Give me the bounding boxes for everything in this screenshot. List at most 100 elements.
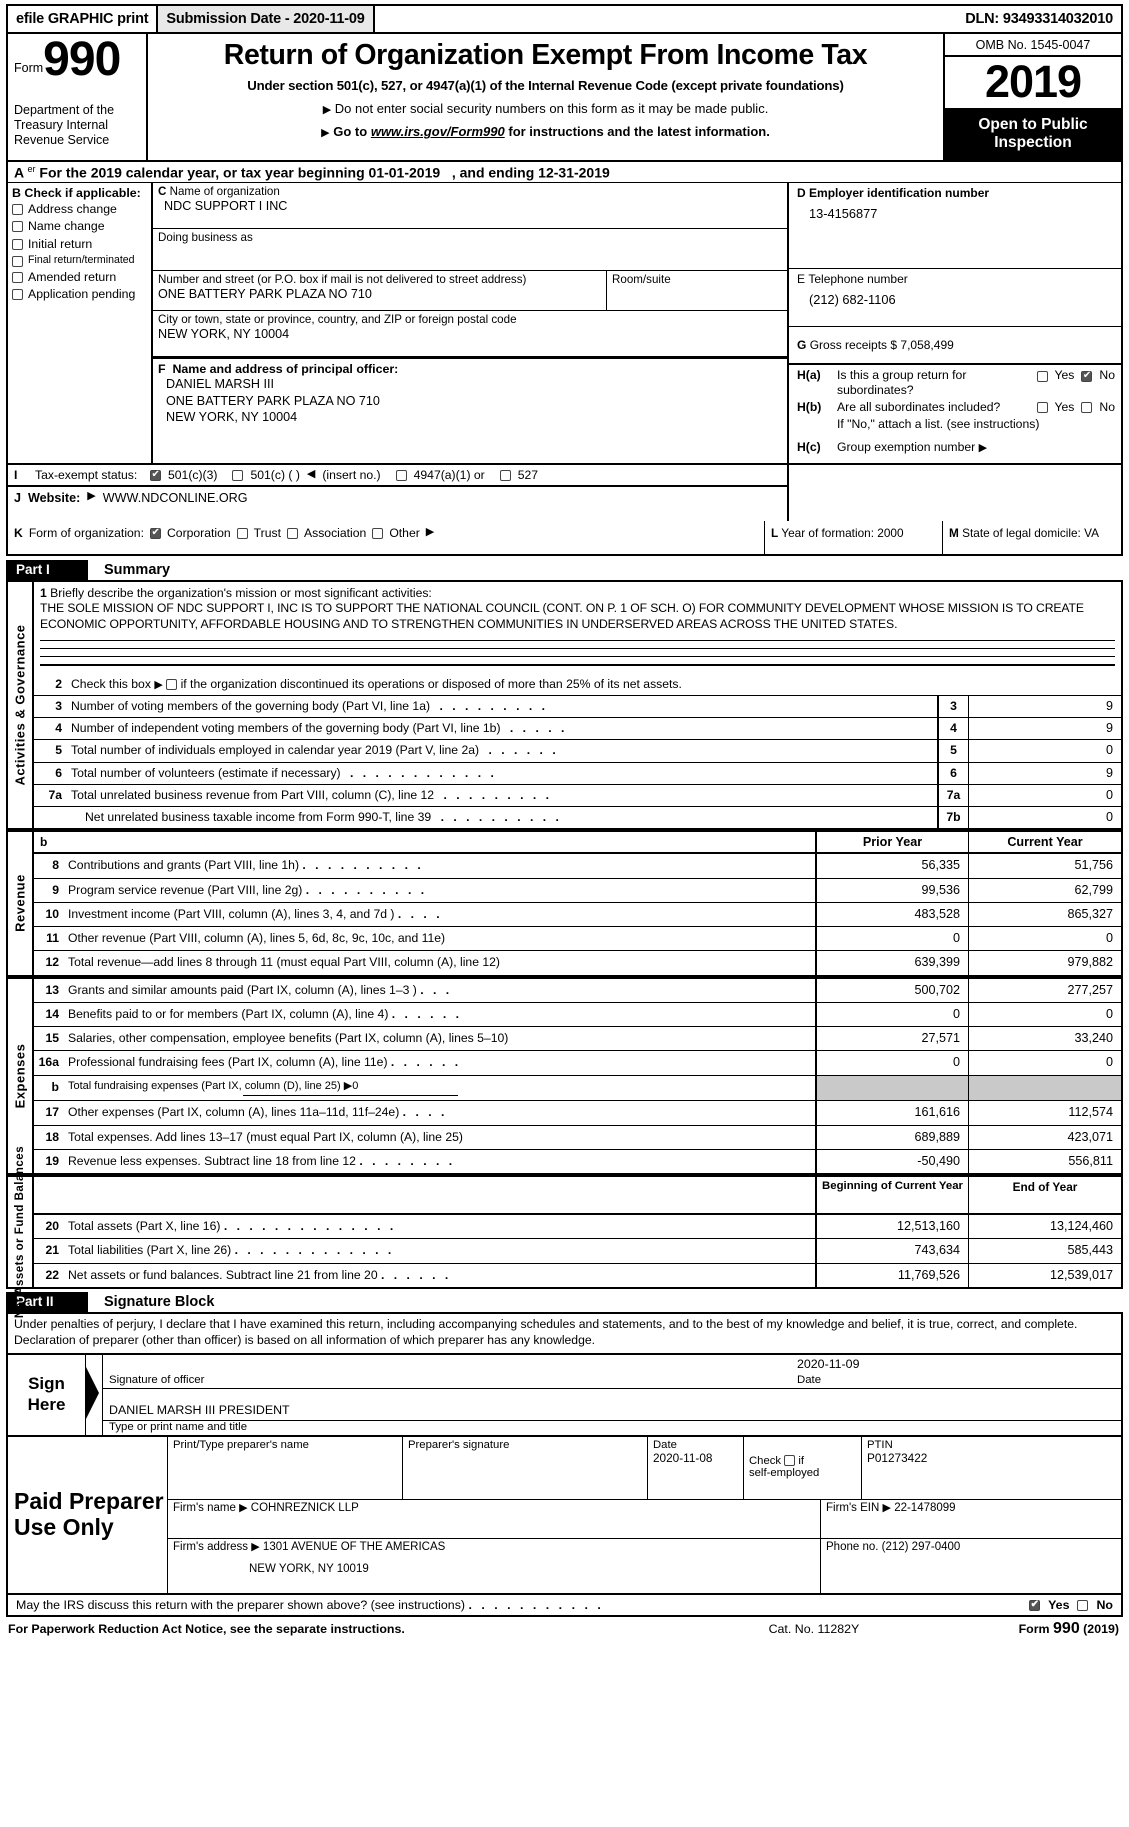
initial-return-checkbox[interactable] <box>12 238 23 250</box>
line-16a-text: Professional fundraising fees (Part IX, … <box>68 1055 388 1070</box>
hb-yesno[interactable]: Yes No <box>1036 400 1115 415</box>
line-7a-code: 7a <box>937 784 969 807</box>
org-trust-checkbox[interactable] <box>236 528 248 540</box>
website-label: Website: <box>28 490 81 505</box>
line-4-text: Number of independent voting members of … <box>71 721 501 736</box>
irs-form990-link[interactable]: www.irs.gov/Form990 <box>371 124 505 139</box>
checkbox-row-application-pending[interactable]: Application pending <box>12 287 147 301</box>
website-value[interactable]: WWW.NDCONLINE.ORG <box>103 491 248 505</box>
org-other-checkbox[interactable] <box>372 528 384 540</box>
section-h-group-return: H(a) Is this a group return for subordin… <box>789 365 1121 462</box>
line-12-desc: Total revenue—add lines 8 through 11 (mu… <box>64 951 817 975</box>
mission-block: 1 Briefly describe the organization's mi… <box>34 582 1121 666</box>
officer-signature-cell[interactable]: Signature of officer <box>103 1355 791 1388</box>
line-13-current: 277,257 <box>1067 982 1113 997</box>
line-22-text: Net assets or fund balances. Subtract li… <box>68 1267 378 1282</box>
preparer-signature-cell[interactable]: Preparer's signature <box>403 1436 648 1499</box>
checkbox-row-amended-return[interactable]: Amended return <box>12 270 147 284</box>
line-2-checkbox[interactable] <box>166 678 178 690</box>
status-501c3-checkbox[interactable] <box>150 469 161 482</box>
part-2-header: Part II Signature Block <box>6 1291 1123 1314</box>
line-18-prior: 689,889 <box>817 1125 969 1149</box>
line-7b-dots: . . . . . . . . . . <box>440 810 562 825</box>
line-14-row: 14 Benefits paid to or for members (Part… <box>34 1002 1121 1028</box>
expenses-section: Expenses 13 Grants and similar amounts p… <box>6 976 1123 1176</box>
preparer-date-cell: Date 2020-11-08 <box>648 1436 744 1499</box>
line-12-number: 12 <box>45 955 59 970</box>
ha-yes-checkbox[interactable] <box>1036 370 1048 382</box>
final-return-checkbox[interactable] <box>12 255 23 267</box>
status-4947a1-checkbox[interactable] <box>395 470 407 482</box>
status-527-checkbox[interactable] <box>499 470 511 482</box>
phone-caption: Phone no. <box>826 1540 879 1553</box>
line-14-prior: 0 <box>817 1002 969 1027</box>
tax-year: 2019 <box>945 57 1121 110</box>
irs-discuss-no-checkbox[interactable] <box>1077 1600 1089 1612</box>
line-13-desc: Grants and similar amounts paid (Part IX… <box>64 978 817 1002</box>
line-21-row: 21 Total liabilities (Part X, line 26) .… <box>34 1239 1121 1264</box>
line-12-row: 12 Total revenue—add lines 8 through 11 … <box>34 951 1121 975</box>
preparer-date-value: 2020-11-08 <box>653 1450 713 1465</box>
section-j-website: J Website: ▶ WWW.NDCONLINE.ORG <box>8 487 787 521</box>
line-7b-code: 7b <box>937 807 969 829</box>
net-assets-column-headers: Beginning of Current Year End of Year <box>34 1177 1121 1216</box>
checkbox-row-name-change[interactable]: Name change <box>12 219 147 233</box>
officer-name-title-caption: Type or print name and title <box>109 1420 248 1433</box>
line-11-number: 11 <box>46 931 59 946</box>
ha-no-checkbox[interactable] <box>1081 370 1093 382</box>
perjury-statement: Under penalties of perjury, I declare th… <box>6 1313 1123 1355</box>
signature-officer-row: Signature of officer 2020-11-09 Date <box>103 1355 1121 1389</box>
line-7a-number: 7a <box>48 787 62 802</box>
preparer-name-cell[interactable]: Print/Type preparer's name <box>168 1436 403 1499</box>
status-501c3-label: 501(c)(3) <box>168 467 218 482</box>
org-corporation-checkbox[interactable] <box>149 527 161 540</box>
mission-rule-3 <box>40 655 1115 657</box>
line-6-text: Total number of volunteers (estimate if … <box>71 765 341 780</box>
section-g-letter: G <box>797 338 807 353</box>
firm-name-caption: Firm's name <box>173 1501 236 1514</box>
irs-discuss-dots: . . . . . . . . . . . <box>468 1597 604 1612</box>
section-g-gross-receipts: G Gross receipts $ 7,058,499 <box>789 327 1121 366</box>
section-k-letter: K <box>14 525 23 540</box>
firm-phone-cell: Phone no. (212) 297-0400 <box>821 1539 1121 1593</box>
name-change-checkbox[interactable] <box>12 221 23 233</box>
signature-date-value: 2020-11-09 <box>797 1356 860 1371</box>
status-4947a1-label: 4947(a)(1) or <box>413 467 485 482</box>
address-change-label: Address change <box>28 202 117 217</box>
application-pending-checkbox[interactable] <box>12 288 23 300</box>
dba-box: Doing business as <box>153 229 787 272</box>
line-20-desc: Total assets (Part X, line 16) . . . . .… <box>64 1215 817 1239</box>
ha-tag: H(a) <box>797 368 821 383</box>
arrow-left-icon-insert: ◀ <box>306 468 316 481</box>
line-a-text-mid: , and ending <box>451 164 535 181</box>
org-association-checkbox[interactable] <box>286 528 298 540</box>
irs-discuss-yesno[interactable]: Yes No <box>1029 1598 1113 1612</box>
mission-rule-2 <box>40 647 1115 649</box>
masthead-note-2: ▶ Go to www.irs.gov/Form990 for instruct… <box>152 124 939 139</box>
line-20-text: Total assets (Part X, line 16) <box>68 1219 221 1234</box>
line-10-prior: 483,528 <box>817 902 969 927</box>
firm-ein-caption: Firm's EIN <box>826 1501 880 1514</box>
checkbox-row-address-change[interactable]: Address change <box>12 202 147 216</box>
net-assets-vertical-label: Net Assets or Fund Balances <box>8 1146 34 1318</box>
self-employed-checkbox[interactable] <box>784 1454 796 1466</box>
irs-discuss-yes-checkbox[interactable] <box>1029 1599 1041 1612</box>
officer-name-title-value: DANIEL MARSH III PRESIDENT <box>109 1402 290 1417</box>
status-501c-checkbox[interactable] <box>232 470 244 482</box>
section-f-letter: F <box>158 362 166 377</box>
telephone-label-row: E Telephone number <box>797 272 1113 286</box>
tax-year-begin-date: 01-01-2019 <box>368 164 441 181</box>
hb-yes-checkbox[interactable] <box>1036 402 1048 414</box>
self-employed-cell[interactable]: Check if self-employed <box>744 1436 862 1499</box>
line-11-desc: Other revenue (Part VIII, column (A), li… <box>64 927 817 951</box>
name-change-label: Name change <box>28 219 105 234</box>
line-10-current: 865,327 <box>1067 906 1113 921</box>
section-d-letter: D <box>797 186 806 201</box>
hb-no-checkbox[interactable] <box>1081 402 1093 414</box>
ha-yesno[interactable]: Yes No <box>1036 368 1115 383</box>
irs-discuss-yes-label: Yes <box>1048 1597 1070 1612</box>
address-change-checkbox[interactable] <box>12 204 23 216</box>
checkbox-row-final-return[interactable]: Final return/terminated <box>12 254 147 267</box>
amended-return-checkbox[interactable] <box>12 271 23 283</box>
checkbox-row-initial-return[interactable]: Initial return <box>12 237 147 251</box>
